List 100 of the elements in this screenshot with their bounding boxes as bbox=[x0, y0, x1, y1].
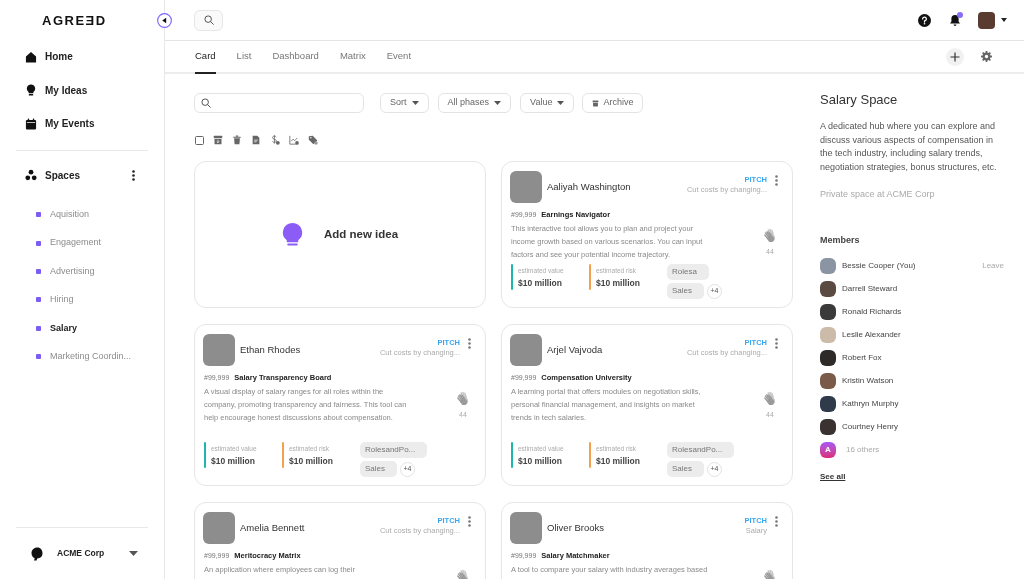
search-button[interactable] bbox=[194, 9, 223, 31]
document-icon[interactable] bbox=[251, 135, 261, 145]
space-item[interactable]: Hiring bbox=[0, 285, 164, 315]
logo: AGREƎD bbox=[42, 13, 107, 27]
see-all-link[interactable]: See all bbox=[820, 470, 846, 483]
privacy-note: Private space at ACME Corp bbox=[820, 187, 936, 200]
photo-placeholder bbox=[203, 334, 235, 366]
add-idea-button[interactable]: Add new idea bbox=[194, 161, 486, 308]
nav-item[interactable]: Home bbox=[0, 40, 164, 74]
member-name: Leslie Alexander bbox=[842, 329, 901, 342]
space-item[interactable]: Advertising bbox=[0, 257, 164, 286]
tag: Rolesa bbox=[667, 264, 709, 280]
avatar-placeholder bbox=[820, 327, 836, 344]
help-icon[interactable] bbox=[918, 13, 931, 27]
plus-icon[interactable] bbox=[946, 47, 964, 66]
tag: RolesandPo... bbox=[360, 442, 428, 458]
space-item[interactable]: Salary bbox=[0, 314, 164, 343]
organization-switcher[interactable]: ACME Corp bbox=[0, 528, 164, 579]
lightbulb-icon bbox=[281, 222, 303, 247]
search-field[interactable] bbox=[194, 93, 364, 113]
space-description: A dedicated hub where you can explore and discuss various aspects of compensation in the tech industry, including salary trends, negotiation strategies, bonus structures, etc. bbox=[820, 120, 998, 175]
notification-dot-icon bbox=[957, 11, 963, 18]
author-name: Arjel Vajvoda bbox=[547, 342, 603, 357]
archive-icon[interactable] bbox=[213, 135, 223, 145]
bullet-icon bbox=[36, 297, 41, 303]
metric-value: $10 million bbox=[518, 277, 563, 289]
dollar-gear-icon[interactable] bbox=[270, 135, 280, 145]
dropdown-button[interactable]: Sort bbox=[380, 93, 429, 113]
member-name: Kathryn Murphy bbox=[842, 398, 899, 411]
bullet-icon bbox=[36, 325, 41, 331]
avatar-placeholder bbox=[820, 373, 836, 390]
home-icon bbox=[25, 50, 37, 63]
member-name: Bessie Cooper (You) bbox=[842, 260, 916, 273]
collapse-sidebar-icon[interactable] bbox=[157, 13, 172, 28]
tag-gear-icon[interactable] bbox=[308, 135, 318, 145]
members-heading: Members bbox=[820, 233, 861, 246]
clapping-hands-icon[interactable] bbox=[763, 568, 777, 579]
nav-item[interactable]: My Events bbox=[0, 107, 164, 141]
member-name: Darrell Steward bbox=[842, 283, 898, 296]
clapping-hands-icon[interactable] bbox=[763, 390, 777, 405]
avatar-placeholder bbox=[820, 419, 836, 436]
select-all-checkbox[interactable] bbox=[195, 135, 204, 145]
clapping-hands-icon[interactable] bbox=[456, 390, 470, 405]
avatar-placeholder bbox=[820, 350, 836, 367]
space-item[interactable]: Marketing Coordin... bbox=[0, 342, 164, 371]
bullet-icon bbox=[36, 212, 41, 218]
search-icon bbox=[203, 15, 214, 25]
metric-value: $10 million bbox=[211, 455, 256, 467]
more-icon[interactable] bbox=[132, 169, 135, 181]
caret-down-icon bbox=[557, 101, 565, 105]
member-name: Kristin Watson bbox=[842, 375, 894, 388]
space-item[interactable]: Aquisition bbox=[0, 200, 164, 229]
nav-item[interactable]: My Ideas bbox=[0, 73, 164, 107]
bell-icon[interactable] bbox=[949, 13, 961, 27]
cluster-icon bbox=[25, 169, 37, 181]
photo-placeholder bbox=[510, 512, 542, 544]
metric-value: $10 million bbox=[596, 277, 640, 289]
caret-down-icon bbox=[411, 101, 419, 105]
panel-title: Salary Space bbox=[820, 92, 899, 108]
metric-value: $10 million bbox=[596, 455, 640, 467]
avatar-placeholder bbox=[820, 304, 836, 321]
others-count: 16 others bbox=[846, 444, 880, 457]
clapping-hands-icon[interactable] bbox=[763, 227, 777, 242]
metric-value: $10 million bbox=[518, 455, 563, 467]
avatar-placeholder bbox=[820, 396, 836, 413]
tab[interactable]: Card bbox=[195, 41, 216, 74]
organization-logo-icon bbox=[31, 546, 43, 561]
caret-down-icon bbox=[494, 101, 502, 105]
avatar-placeholder[interactable] bbox=[978, 11, 995, 29]
trash-icon[interactable] bbox=[232, 135, 242, 145]
avatar-placeholder bbox=[820, 281, 836, 298]
member-name: Courtney Henry bbox=[842, 421, 899, 434]
chart-gear-icon[interactable] bbox=[289, 135, 299, 145]
space-item[interactable]: Engagement bbox=[0, 228, 164, 258]
author-name: Ethan Rhodes bbox=[240, 342, 301, 357]
photo-placeholder bbox=[510, 334, 542, 366]
caret-down-icon bbox=[129, 551, 138, 556]
tag: Sales bbox=[360, 461, 397, 477]
search-icon bbox=[201, 98, 211, 108]
tag: Sales bbox=[667, 283, 704, 299]
author-name: Amelia Bennett bbox=[240, 520, 305, 535]
tab[interactable]: Matrix bbox=[339, 41, 366, 74]
tab[interactable]: List bbox=[236, 41, 252, 74]
caret-down-icon[interactable] bbox=[1001, 18, 1007, 22]
bullet-icon bbox=[36, 240, 41, 246]
initial-avatar: A bbox=[820, 442, 836, 459]
section-title: Spaces bbox=[45, 168, 81, 183]
member-name: Ronald Richards bbox=[842, 306, 902, 319]
tab[interactable]: Event bbox=[386, 41, 412, 74]
metric-value: $10 million bbox=[289, 455, 333, 467]
dropdown-button[interactable]: All phases bbox=[437, 93, 512, 113]
tag: Sales bbox=[667, 461, 704, 477]
bullet-icon bbox=[36, 354, 41, 360]
calendar-icon bbox=[25, 117, 37, 130]
dropdown-button[interactable]: Value bbox=[520, 93, 575, 113]
archive-button[interactable]: Archive bbox=[582, 93, 644, 113]
tab[interactable]: Dashboard bbox=[272, 41, 319, 74]
settings-icon[interactable] bbox=[981, 51, 992, 62]
member-name: Robert Fox bbox=[842, 352, 882, 365]
clapping-hands-icon[interactable] bbox=[456, 568, 470, 579]
